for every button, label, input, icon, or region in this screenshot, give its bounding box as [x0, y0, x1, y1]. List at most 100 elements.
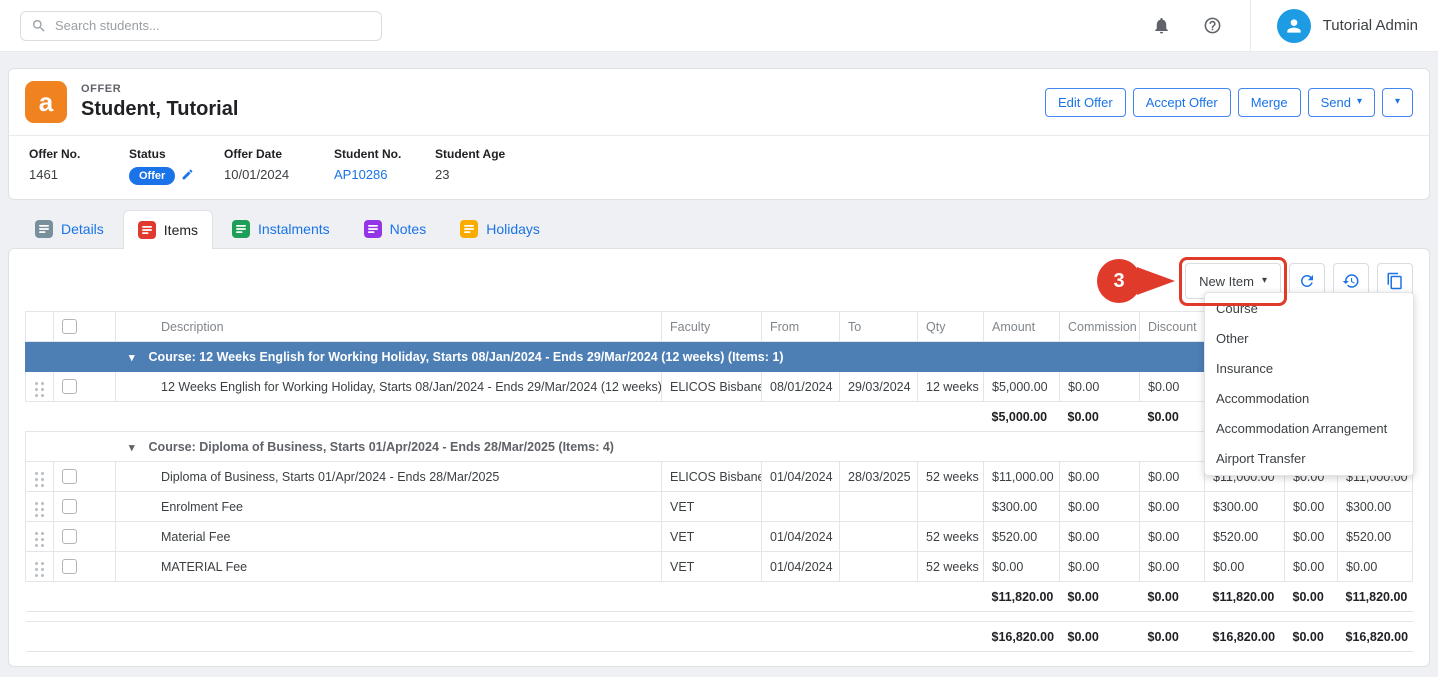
avatar [1277, 9, 1311, 43]
column-header-from: From [762, 312, 840, 342]
menu-item-airport-transfer[interactable]: Airport Transfer [1205, 444, 1413, 474]
field-offer-date: Offer Date 10/01/2024 [224, 147, 334, 185]
cell-qty: 52 weeks [918, 462, 984, 492]
offer-head: a OFFER Student, Tutorial Edit Offer Acc… [9, 69, 1429, 135]
cell-from: 08/01/2024 [762, 372, 840, 402]
row-checkbox[interactable] [62, 559, 77, 574]
topbar-right: Tutorial Admin [1148, 0, 1418, 52]
send-button[interactable]: Send▾ [1308, 88, 1375, 117]
edit-status-icon[interactable] [181, 168, 194, 184]
drag-handle-icon[interactable] [35, 532, 38, 535]
student-no-link[interactable]: AP10286 [334, 167, 388, 182]
grand-total-row: $16,820.00 $0.00 $0.00 $16,820.00 $0.00 … [26, 622, 1413, 652]
cell-total: $0.00 [1285, 492, 1338, 522]
cell-amount: $5,000.00 [984, 372, 1060, 402]
drag-handle-icon[interactable] [35, 472, 38, 475]
cell-faculty: VET [662, 492, 762, 522]
student-search-box[interactable] [20, 11, 382, 41]
collapse-group-icon[interactable]: ▾ [129, 442, 135, 454]
cell-total: $0.00 [1285, 552, 1338, 582]
cell-total: $300.00 [1205, 492, 1285, 522]
cell-qty: 12 weeks [918, 372, 984, 402]
tab-details[interactable]: Details [20, 210, 119, 248]
new-item-dropdown-menu: Course Other Insurance Accommodation Acc… [1204, 292, 1414, 476]
cell-faculty: VET [662, 552, 762, 582]
cell-total: $0.00 [1205, 552, 1285, 582]
cell-total: $520.00 [1205, 522, 1285, 552]
cell-description: Material Fee [116, 522, 662, 552]
tab-bar: Details Items Instalments Notes Holidays [8, 210, 1430, 248]
column-header-amount: Amount [984, 312, 1060, 342]
help-button[interactable] [1199, 12, 1226, 39]
tab-notes[interactable]: Notes [349, 210, 442, 248]
cell-to: 28/03/2025 [840, 462, 918, 492]
caret-down-icon: ▾ [1262, 276, 1267, 286]
page-title: Student, Tutorial [81, 98, 238, 121]
column-header-commission: Commission [1060, 312, 1140, 342]
cell-commission: $0.00 [1060, 462, 1140, 492]
menu-item-accommodation[interactable]: Accommodation [1205, 384, 1413, 414]
cell-discount: $0.00 [1140, 372, 1205, 402]
cell-amount: $520.00 [984, 522, 1060, 552]
history-icon [1342, 272, 1360, 290]
tutorial-step-badge: 3 [1097, 259, 1141, 303]
drag-handle-icon[interactable] [35, 562, 38, 565]
field-status: Status Offer [129, 147, 224, 185]
cell-from: 01/04/2024 [762, 522, 840, 552]
row-checkbox[interactable] [62, 469, 77, 484]
bell-icon [1152, 16, 1171, 35]
cell-amount: $0.00 [984, 552, 1060, 582]
cell-amount: $300.00 [984, 492, 1060, 522]
row-checkbox[interactable] [62, 499, 77, 514]
details-icon [35, 220, 53, 238]
help-icon [1203, 16, 1222, 35]
drag-handle-icon[interactable] [35, 382, 38, 385]
menu-item-accommodation-arrangement[interactable]: Accommodation Arrangement [1205, 414, 1413, 444]
field-offer-no: Offer No. 1461 [29, 147, 129, 185]
tab-instalments[interactable]: Instalments [217, 210, 345, 248]
menu-item-insurance[interactable]: Insurance [1205, 354, 1413, 384]
spacer-row [26, 612, 1413, 622]
cell-from: 01/04/2024 [762, 462, 840, 492]
cell-discount: $0.00 [1140, 462, 1205, 492]
tab-holidays[interactable]: Holidays [445, 210, 555, 248]
table-header-cell [54, 312, 116, 342]
menu-item-course[interactable]: Course [1205, 294, 1413, 324]
cell-from: 01/04/2024 [762, 552, 840, 582]
person-icon [1284, 16, 1304, 36]
menu-item-other[interactable]: Other [1205, 324, 1413, 354]
edit-offer-button[interactable]: Edit Offer [1045, 88, 1126, 117]
user-menu[interactable]: Tutorial Admin [1250, 0, 1418, 52]
notifications-button[interactable] [1148, 12, 1175, 39]
cell-to [840, 492, 918, 522]
cell-total: $300.00 [1338, 492, 1413, 522]
caret-down-icon: ▾ [1357, 97, 1362, 107]
tutorial-arrow [1137, 267, 1175, 295]
cell-faculty: VET [662, 522, 762, 552]
accept-offer-button[interactable]: Accept Offer [1133, 88, 1231, 117]
row-checkbox[interactable] [62, 529, 77, 544]
drag-handle-icon[interactable] [35, 502, 38, 505]
merge-button[interactable]: Merge [1238, 88, 1301, 117]
status-badge: Offer [129, 167, 175, 185]
group-subtotal-row: $11,820.00 $0.00 $0.00 $11,820.00 $0.00 … [26, 582, 1413, 612]
cell-commission: $0.00 [1060, 552, 1140, 582]
offer-fields-row: Offer No. 1461 Status Offer Offer Date 1… [9, 135, 1429, 199]
cell-commission: $0.00 [1060, 522, 1140, 552]
field-student-no: Student No. AP10286 [334, 147, 435, 185]
caret-down-icon: ▾ [1395, 97, 1400, 107]
row-checkbox[interactable] [62, 379, 77, 394]
collapse-group-icon[interactable]: ▾ [129, 352, 135, 364]
cell-qty: 52 weeks [918, 522, 984, 552]
select-all-checkbox[interactable] [62, 319, 77, 334]
column-header-to: To [840, 312, 918, 342]
instalments-icon [232, 220, 250, 238]
copy-icon [1386, 272, 1404, 290]
search-input[interactable] [55, 18, 371, 33]
offer-app-icon: a [25, 81, 67, 123]
tab-items[interactable]: Items [123, 210, 213, 249]
cell-discount: $0.00 [1140, 522, 1205, 552]
more-actions-button[interactable]: ▾ [1382, 88, 1413, 117]
cell-total: $0.00 [1338, 552, 1413, 582]
search-icon [31, 18, 47, 34]
